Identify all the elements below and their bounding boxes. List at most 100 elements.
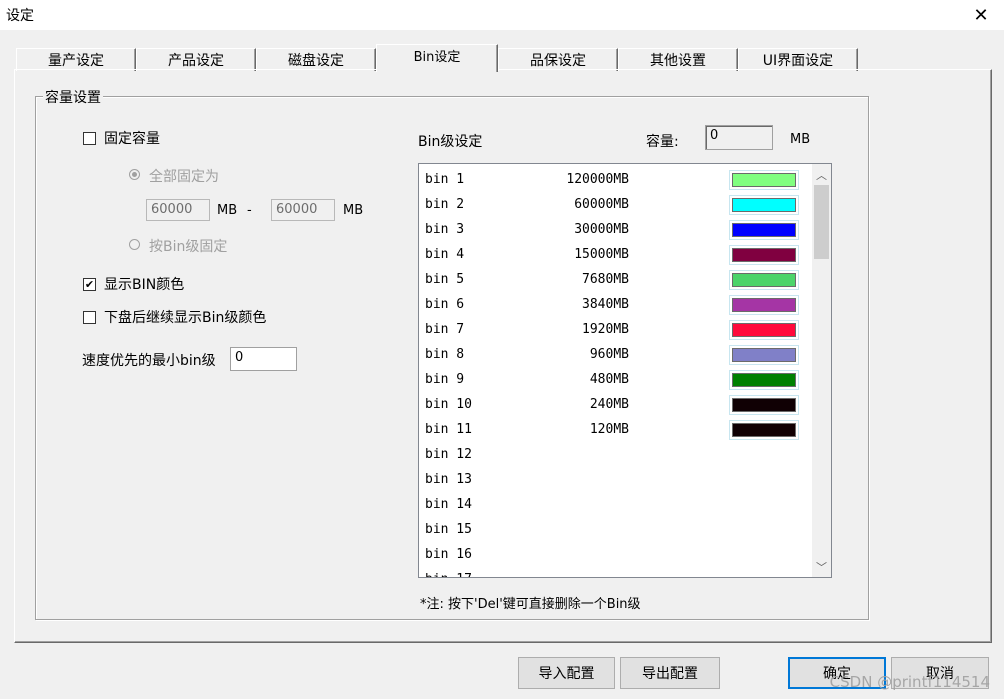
bin-size: 120000MB <box>566 172 629 187</box>
tab-quality[interactable]: 品保设定 <box>498 48 618 71</box>
bin-size: 60000MB <box>574 197 629 212</box>
vertical-scrollbar[interactable]: ︿ ﹀ <box>812 164 831 577</box>
bin-row[interactable]: bin 5 7680MB <box>419 268 811 293</box>
bin-color-cell[interactable] <box>729 295 799 315</box>
bin-name: bin 7 <box>425 322 465 337</box>
tab-ui[interactable]: UI界面设定 <box>738 48 858 71</box>
show-bin-color-checkbox[interactable]: ✔ <box>83 278 96 291</box>
bin-color-cell[interactable] <box>729 220 799 240</box>
export-config-button[interactable]: 导出配置 <box>620 657 720 689</box>
tab-label: 量产设定 <box>48 53 104 69</box>
min-bin-field[interactable]: 0 <box>230 347 297 371</box>
bin-name: bin 15 <box>425 522 472 537</box>
bin-color-cell[interactable] <box>729 170 799 190</box>
bin-color-cell[interactable] <box>729 195 799 215</box>
capacity-group-legend: 容量设置 <box>43 87 103 107</box>
bin-color-cell[interactable] <box>729 345 799 365</box>
tab-product[interactable]: 产品设定 <box>136 48 256 71</box>
bin-row[interactable]: bin 4 15000MB <box>419 243 811 268</box>
unit-label: MB <box>217 203 238 218</box>
bin-row[interactable]: bin 12 <box>419 443 811 468</box>
bin-color-cell[interactable] <box>729 270 799 290</box>
bin-color-swatch <box>732 198 796 212</box>
capacity-label: 容量: <box>646 134 679 150</box>
bin-capacity-field[interactable]: 0 <box>705 125 773 150</box>
unit-label: MB <box>343 203 364 218</box>
tab-bin[interactable]: Bin设定 <box>376 44 498 72</box>
bin-row[interactable]: bin 16 <box>419 543 811 568</box>
bin-color-swatch <box>732 398 796 412</box>
bin-color-swatch <box>732 223 796 237</box>
scrollbar-thumb[interactable] <box>814 185 829 259</box>
bin-size: 240MB <box>589 397 629 412</box>
bin-name: bin 11 <box>425 422 472 437</box>
title-bar: 设定 ✕ <box>0 0 1004 31</box>
fixed-capacity-label: 固定容量 <box>104 131 160 147</box>
bin-row[interactable]: bin 8 960MB <box>419 343 811 368</box>
tab-label: 品保设定 <box>530 53 586 69</box>
capacity-groupbox: 容量设置 固定容量 全部固定为 60000 MB - 60000 MB 按Bin… <box>35 87 869 620</box>
bin-row[interactable]: bin 11 120MB <box>419 418 811 443</box>
bin-size: 480MB <box>589 372 629 387</box>
bin-row[interactable]: bin 15 <box>419 518 811 543</box>
bin-color-cell[interactable] <box>729 420 799 440</box>
fixed-capacity-checkbox[interactable] <box>83 132 96 145</box>
tab-other[interactable]: 其他设置 <box>618 48 738 71</box>
bin-row[interactable]: bin 3 30000MB <box>419 218 811 243</box>
bin-color-swatch <box>732 373 796 387</box>
bin-size: 960MB <box>589 347 629 362</box>
bin-color-swatch <box>732 348 796 362</box>
bin-row[interactable]: bin 7 1920MB <box>419 318 811 343</box>
bin-row[interactable]: bin 9 480MB <box>419 368 811 393</box>
tab-label: UI界面设定 <box>762 53 834 69</box>
bin-settings-panel: 容量设置 固定容量 全部固定为 60000 MB - 60000 MB 按Bin… <box>14 69 992 643</box>
bin-row[interactable]: bin 14 <box>419 493 811 518</box>
capacity-to-field[interactable]: 60000 <box>271 199 335 221</box>
bin-row[interactable]: bin 10 240MB <box>419 393 811 418</box>
bin-color-cell[interactable] <box>729 245 799 265</box>
bin-name: bin 12 <box>425 447 472 462</box>
tab-label: 磁盘设定 <box>288 53 344 69</box>
show-bin-color-label: 显示BIN颜色 <box>104 277 185 293</box>
bin-row[interactable]: bin 1 120000MB <box>419 168 811 193</box>
chevron-up-icon[interactable]: ︿ <box>812 166 831 183</box>
bin-name: bin 8 <box>425 347 465 362</box>
bin-name: bin 4 <box>425 247 465 262</box>
bin-row[interactable]: bin 17 <box>419 568 811 577</box>
tab-label: Bin设定 <box>413 50 461 65</box>
keep-color-checkbox[interactable] <box>83 311 96 324</box>
all-fixed-label: 全部固定为 <box>149 169 219 185</box>
bin-size: 120MB <box>589 422 629 437</box>
bin-settings-title: Bin级设定 <box>418 134 483 150</box>
settings-dialog: 量产设定 产品设定 磁盘设定 Bin设定 品保设定 其他设置 UI界面设定 容量… <box>0 30 1004 699</box>
bin-name: bin 1 <box>425 172 465 187</box>
bin-color-swatch <box>732 273 796 287</box>
tab-disk[interactable]: 磁盘设定 <box>256 48 376 71</box>
bin-size: 3840MB <box>582 297 629 312</box>
tab-label: 产品设定 <box>168 53 224 69</box>
close-icon[interactable]: ✕ <box>958 0 1004 30</box>
bin-row[interactable]: bin 2 60000MB <box>419 193 811 218</box>
window-title: 设定 <box>6 8 34 24</box>
by-bin-radio[interactable] <box>129 239 140 250</box>
bin-name: bin 2 <box>425 197 465 212</box>
bin-color-cell[interactable] <box>729 370 799 390</box>
range-dash: - <box>247 203 252 218</box>
bin-row[interactable]: bin 6 3840MB <box>419 293 811 318</box>
bin-list[interactable]: bin 17 bin 16 bin 15 bin 14 bin 13 bin 12 bin … <box>418 163 832 578</box>
bin-color-swatch <box>732 323 796 337</box>
bin-name: bin 10 <box>425 397 472 412</box>
bin-color-cell[interactable] <box>729 320 799 340</box>
capacity-from-field[interactable]: 60000 <box>146 199 210 221</box>
delete-hint-note: *注: 按下'Del'键可直接删除一个Bin级 <box>420 597 641 612</box>
tab-mass-production[interactable]: 量产设定 <box>16 48 136 71</box>
tab-label: 其他设置 <box>650 53 706 69</box>
chevron-down-icon[interactable]: ﹀ <box>812 558 831 575</box>
keep-color-label: 下盘后继续显示Bin级颜色 <box>104 310 267 326</box>
bin-color-swatch <box>732 248 796 262</box>
bin-name: bin 13 <box>425 472 472 487</box>
all-fixed-radio[interactable] <box>129 169 140 180</box>
bin-color-cell[interactable] <box>729 395 799 415</box>
import-config-button[interactable]: 导入配置 <box>518 657 615 689</box>
bin-row[interactable]: bin 13 <box>419 468 811 493</box>
